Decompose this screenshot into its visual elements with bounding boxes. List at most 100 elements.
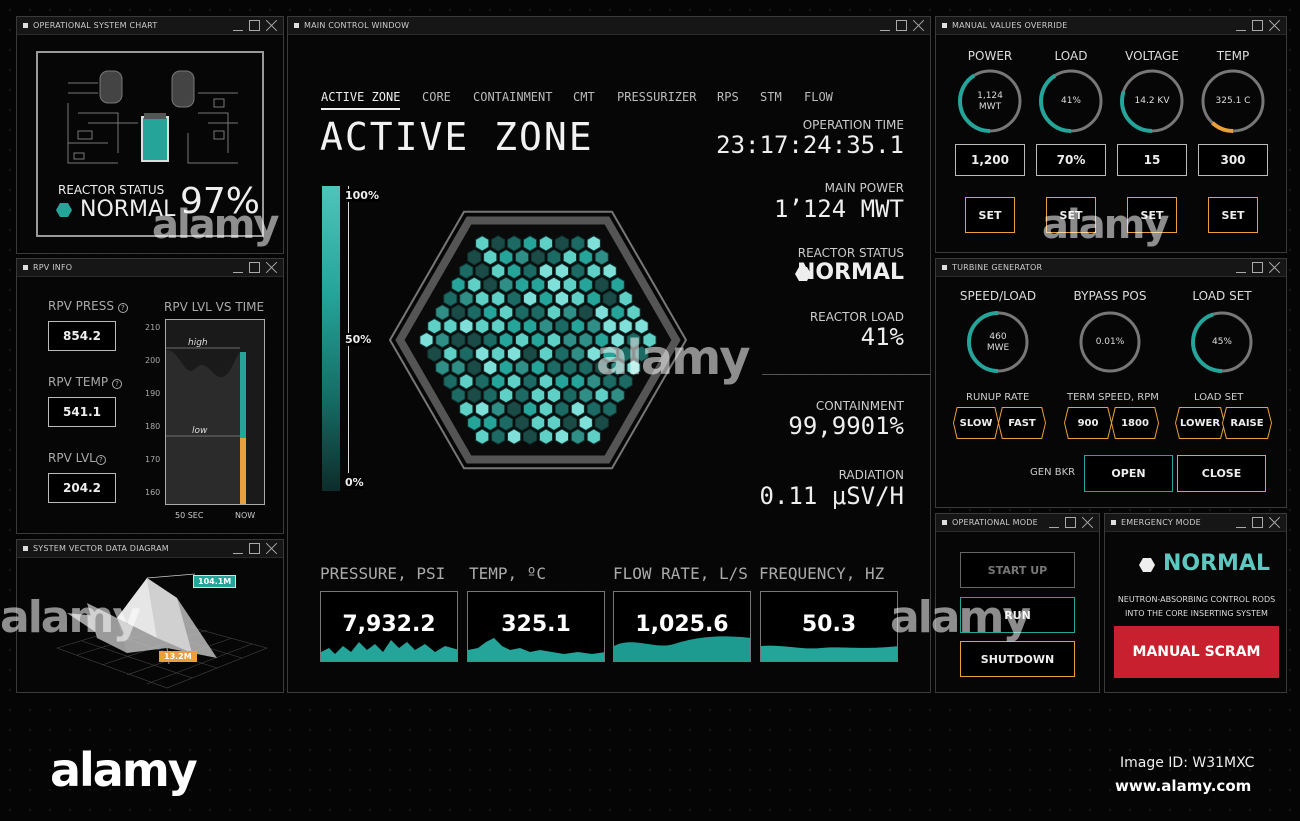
fuel-assembly-cell — [610, 387, 625, 404]
fuel-assembly-cell — [554, 290, 569, 307]
reactor-load-label: REACTOR LOAD — [809, 310, 904, 324]
fuel-assembly-cell — [459, 290, 474, 307]
fuel-assembly-cell — [538, 373, 553, 390]
fuel-assembly-cell — [507, 428, 522, 445]
rpv-level-area — [166, 347, 240, 504]
gauge-value: 325.1 C — [1198, 96, 1268, 107]
close-icon[interactable] — [266, 262, 277, 273]
minimize-icon[interactable] — [233, 21, 243, 31]
fuel-assembly-cell — [467, 387, 482, 404]
rpv-temp-value: 541.1 — [48, 397, 116, 427]
open-button[interactable]: OPEN — [1084, 455, 1173, 492]
tab-containment[interactable]: CONTAINMENT — [473, 90, 552, 104]
close-icon[interactable] — [1082, 517, 1093, 528]
minimize-icon[interactable] — [1049, 518, 1059, 528]
scale-line — [348, 186, 349, 473]
raise-button[interactable]: RAISE — [1222, 407, 1272, 439]
fuel-assembly-cell — [507, 373, 522, 390]
status-hexagon-icon — [56, 203, 72, 217]
start-up-button[interactable]: START UP — [960, 552, 1075, 588]
maximize-icon[interactable] — [1252, 517, 1263, 528]
set-button[interactable]: SET — [1208, 197, 1258, 233]
tab-core[interactable]: CORE — [422, 90, 451, 104]
minimize-icon[interactable] — [880, 21, 890, 31]
fuel-assembly-cell — [467, 359, 482, 376]
close-icon[interactable] — [1269, 517, 1280, 528]
tab-rps[interactable]: RPS — [717, 90, 739, 104]
fuel-assembly-cell — [594, 276, 609, 293]
fuel-assembly-cell — [570, 345, 585, 362]
maximize-icon[interactable] — [1252, 20, 1263, 31]
maximize-icon[interactable] — [1065, 517, 1076, 528]
rpv-press-label: RPV PRESS ? — [48, 299, 128, 313]
tab-stm[interactable]: STM — [760, 90, 782, 104]
scale-gradient-bar — [322, 186, 340, 491]
fuel-assembly-cell — [443, 345, 458, 362]
term-1800-button[interactable]: 1800 — [1111, 407, 1159, 439]
close-icon[interactable] — [266, 20, 277, 31]
gauge-value: 41% — [1036, 96, 1106, 107]
fuel-assembly-cell — [507, 318, 522, 335]
gauge-value-number: 0.01% — [1095, 337, 1125, 347]
titlebar: MANUAL VALUES OVERRIDE — [936, 17, 1286, 35]
maximize-icon[interactable] — [249, 543, 260, 554]
window-title: EMERGENCY MODE — [1121, 518, 1201, 527]
description-line: INTO THE CORE INSERTING SYSTEM — [1125, 609, 1268, 618]
manual-scram-button[interactable]: MANUAL SCRAM — [1114, 626, 1279, 678]
fuel-assembly-cell — [594, 249, 609, 266]
shutdown-button[interactable]: SHUTDOWN — [960, 641, 1075, 677]
help-icon[interactable]: ? — [95, 455, 106, 465]
tab-cmt[interactable]: CMT — [573, 90, 595, 104]
override-input[interactable]: 15 — [1117, 144, 1187, 176]
override-input[interactable]: 70% — [1036, 144, 1106, 176]
maximize-icon[interactable] — [1252, 262, 1263, 273]
maximize-icon[interactable] — [249, 20, 260, 31]
fuel-assembly-cell — [538, 262, 553, 280]
help-icon[interactable]: ? — [111, 379, 122, 389]
minimize-icon[interactable] — [1236, 263, 1246, 273]
close-icon[interactable] — [1269, 20, 1280, 31]
containment-label: CONTAINMENT — [815, 399, 904, 413]
fuel-assembly-cell — [602, 262, 617, 280]
gauge-value: 14.2 KV — [1117, 96, 1187, 107]
lower-button[interactable]: LOWER — [1175, 407, 1225, 439]
fuel-assembly-cell — [475, 345, 490, 362]
fuel-assembly-cell — [546, 387, 561, 404]
maximize-icon[interactable] — [896, 20, 907, 31]
close-icon[interactable] — [266, 543, 277, 554]
set-button[interactable]: SET — [965, 197, 1015, 233]
gauge-value-number: 325.1 C — [1215, 96, 1251, 106]
watermark-logo: alamy — [50, 743, 198, 797]
minimize-icon[interactable] — [233, 263, 243, 273]
fuel-assembly-cell — [419, 331, 434, 349]
fuel-assembly-cell — [538, 318, 553, 335]
tab-flow[interactable]: FLOW — [804, 90, 833, 104]
fuel-assembly-cell — [546, 359, 561, 376]
fast-button[interactable]: FAST — [998, 407, 1046, 439]
rpv-level-bar-high — [240, 352, 246, 438]
close-icon[interactable] — [913, 20, 924, 31]
x-end-label: NOW — [235, 511, 256, 520]
slow-button[interactable]: SLOW — [953, 407, 999, 439]
fuel-assembly-cell — [530, 304, 546, 321]
fuel-assembly-cell — [459, 345, 474, 362]
minimize-icon[interactable] — [1236, 518, 1246, 528]
override-input[interactable]: 1,200 — [955, 144, 1025, 176]
close-icon[interactable] — [1269, 262, 1280, 273]
minimize-icon[interactable] — [233, 544, 243, 554]
minimize-icon[interactable] — [1236, 21, 1246, 31]
scale-bottom-label: 0% — [345, 476, 364, 489]
fuel-assembly-cell — [523, 373, 538, 390]
override-input[interactable]: 300 — [1198, 144, 1268, 176]
emergency-status: NORMAL — [1163, 551, 1270, 576]
term-speed-label: TERM SPEED, RPM — [1067, 392, 1159, 403]
help-icon[interactable]: ? — [117, 303, 128, 313]
fuel-assembly-cell — [554, 318, 569, 335]
tab-pressurizer[interactable]: PRESSURIZER — [617, 90, 696, 104]
maximize-icon[interactable] — [249, 262, 260, 273]
term-900-button[interactable]: 900 — [1064, 407, 1112, 439]
fuel-assembly-cell — [554, 373, 569, 390]
tab-active-zone[interactable]: ACTIVE ZONE — [321, 90, 401, 110]
high-label: high — [188, 338, 208, 348]
close-button[interactable]: CLOSE — [1177, 455, 1266, 492]
